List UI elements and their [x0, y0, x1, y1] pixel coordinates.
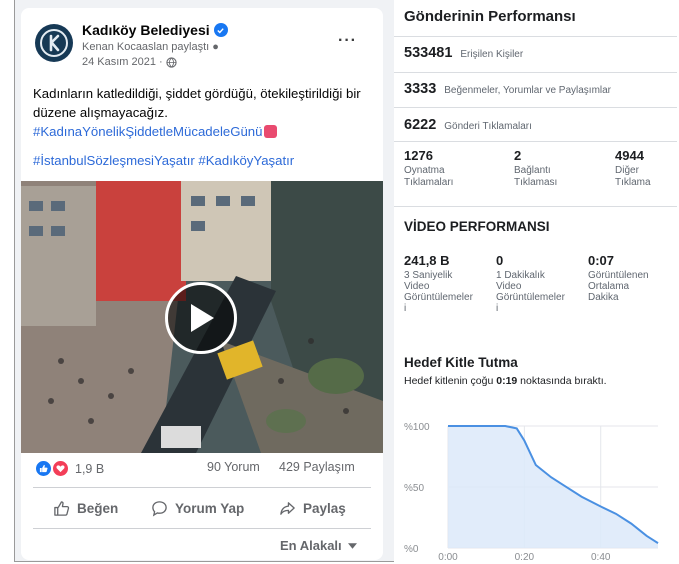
engagement-value: 3333: [404, 81, 437, 97]
reach-label: Erişilen Kişiler: [460, 49, 524, 60]
one-minute-views-label: 1 Dakikalık Video Görüntülemeler i: [496, 270, 565, 314]
shared-by-row: Kenan Kocaaslan paylaştı ●: [82, 41, 219, 53]
hashtag-line-1: #KadınaYönelikŞiddetleMücadeleGünü: [33, 122, 378, 141]
divider: [394, 36, 677, 37]
play-icon: [191, 304, 214, 332]
comment-sort-dropdown[interactable]: En Alakalı: [280, 538, 357, 553]
other-clicks-value: 4944: [615, 148, 644, 163]
clicks-stat: 6222 Gönderi Tıklamaları: [404, 117, 532, 133]
divider: [394, 206, 677, 207]
y-tick-label: %100: [404, 422, 430, 433]
avg-minutes-stat: 0:07 Görüntülenen Ortalama Dakika: [588, 253, 649, 303]
x-tick-label: 0:20: [515, 552, 535, 562]
divider: [394, 107, 677, 108]
one-minute-views-stat: 0 1 Dakikalık Video Görüntülemeler i: [496, 253, 565, 314]
clicks-value: 6222: [404, 117, 437, 133]
performance-panel: Gönderinin Performansı 533481 Erişilen K…: [394, 0, 677, 562]
performance-title: Gönderinin Performansı: [404, 8, 576, 25]
comment-label: Yorum Yap: [175, 501, 245, 516]
engagement-label: Beğenmeler, Yorumlar ve Paylaşımlar: [444, 85, 612, 96]
play-clicks-value: 1276: [404, 148, 433, 163]
hashtag-line-2[interactable]: #İstanbulSözleşmesiYaşatır #KadıköyYaşat…: [33, 151, 378, 170]
page-name[interactable]: Kadıköy Belediyesi: [82, 22, 210, 38]
divider: [394, 72, 677, 73]
play-clicks-label: Oynatma Tıklamaları: [404, 165, 454, 188]
divider: [394, 141, 677, 142]
video-player[interactable]: [21, 181, 383, 453]
video-performance-title: VİDEO PERFORMANSI: [404, 219, 550, 234]
play-clicks-stat: 1276 Oynatma Tıklamaları: [404, 148, 453, 189]
divider: [33, 528, 371, 529]
shared-by-text[interactable]: Kenan Kocaaslan paylaştı: [82, 41, 209, 53]
clicks-label: Gönderi Tıklamaları: [444, 121, 532, 132]
y-tick-label: %50: [404, 483, 424, 494]
like-label: Beğen: [77, 501, 119, 516]
comments-count[interactable]: 90 Yorum: [207, 460, 260, 474]
divider: [33, 487, 371, 488]
link-clicks-label: Bağlantı Tıklaması: [514, 165, 558, 188]
page-avatar[interactable]: [35, 24, 73, 62]
retention-title: Hedef Kitle Tutma: [404, 355, 518, 370]
like-button[interactable]: Beğen: [53, 500, 118, 517]
sort-label: En Alakalı: [280, 538, 342, 553]
more-options-button[interactable]: ···: [338, 32, 357, 50]
love-reaction-icon: [52, 460, 69, 477]
one-minute-views-value: 0: [496, 253, 504, 268]
engagement-stat: 3333 Beğenmeler, Yorumlar ve Paylaşımlar: [404, 81, 611, 97]
y-tick-label: %0: [404, 544, 419, 555]
share-button[interactable]: Paylaş: [279, 500, 346, 517]
x-tick-label: 0:40: [591, 552, 611, 562]
page-name-row: Kadıköy Belediyesi: [82, 22, 228, 38]
share-label: Paylaş: [303, 501, 346, 516]
post-date[interactable]: 24 Kasım 2021 ·: [82, 56, 163, 68]
emoji-icon: [264, 125, 278, 138]
other-clicks-label: Diğer Tıklama: [615, 165, 651, 188]
like-reaction-icon: [35, 460, 52, 477]
play-button[interactable]: [165, 282, 237, 354]
three-second-views-stat: 241,8 B 3 Saniyelik Video Görüntülemeler i: [404, 253, 473, 314]
three-second-views-value: 241,8 B: [404, 253, 450, 268]
reactions-count: 1,9 B: [75, 461, 105, 476]
x-tick-label: 0:00: [438, 552, 458, 562]
link-clicks-value: 2: [514, 148, 522, 163]
retention-subtitle: Hedef kitlenin çoğu 0:19 noktasında bıra…: [404, 375, 607, 387]
reach-stat: 533481 Erişilen Kişiler: [404, 45, 523, 61]
reach-value: 533481: [404, 45, 453, 61]
avg-minutes-label: Görüntülenen Ortalama Dakika: [588, 270, 649, 303]
reactions-summary[interactable]: 1,9 B: [35, 460, 104, 477]
three-second-views-label: 3 Saniyelik Video Görüntülemeler i: [404, 270, 473, 314]
k-logo-icon: [36, 25, 72, 61]
post-date-row: 24 Kasım 2021 ·: [82, 56, 177, 68]
comment-icon: [152, 501, 167, 517]
share-icon: [280, 502, 295, 515]
shares-count[interactable]: 429 Paylaşım: [279, 460, 355, 474]
comment-button[interactable]: Yorum Yap: [151, 500, 244, 517]
link-clicks-stat: 2 Bağlantı Tıklaması: [514, 148, 557, 189]
dot-icon: ●: [212, 41, 219, 53]
post-card: Kadıköy Belediyesi Kenan Kocaaslan payla…: [21, 8, 383, 560]
thumbs-up-icon: [54, 501, 70, 516]
caret-down-icon: [347, 542, 357, 549]
verified-badge-icon: [213, 23, 228, 37]
globe-icon: [166, 56, 177, 68]
other-clicks-stat: 4944 Diğer Tıklama: [615, 148, 651, 189]
hashtag-link[interactable]: #KadınaYönelikŞiddetleMücadeleGünü: [33, 124, 262, 139]
avg-minutes-value: 0:07: [588, 253, 615, 268]
retention-chart: %100 %50 %0 0:00 0:20 0:40: [404, 422, 659, 562]
post-text: Kadınların katledildiği, şiddet gördüğü,…: [33, 86, 361, 120]
